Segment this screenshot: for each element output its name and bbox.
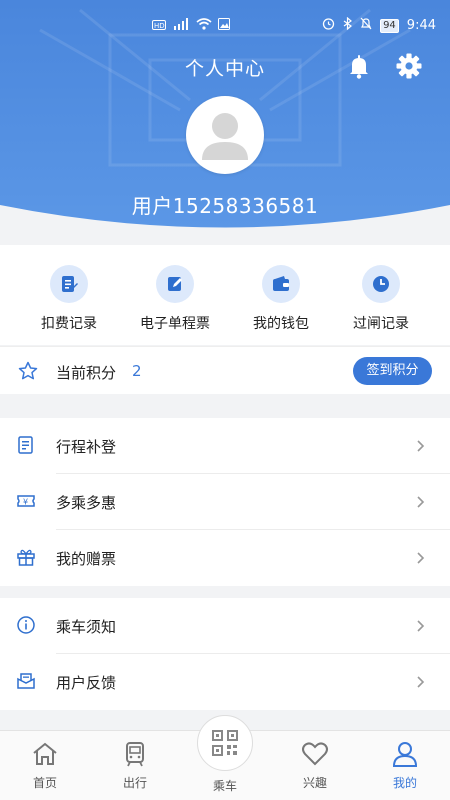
quick-actions: 扣费记录 电子单程票 我的钱包 过闸记录 (0, 245, 450, 345)
battery-indicator: 94 (380, 18, 399, 33)
nav-travel[interactable]: 出行 (100, 741, 170, 791)
wallet-icon (273, 276, 289, 291)
menu-item-label: 多乘多惠 (56, 494, 117, 512)
user-icon (392, 742, 418, 767)
quick-action-wallet[interactable]: 我的钱包 (226, 265, 336, 333)
nav-interest[interactable]: 兴趣 (280, 741, 350, 791)
svg-text:¥: ¥ (23, 498, 28, 507)
status-time: 9:44 (406, 18, 436, 33)
username: 用户15258336581 (131, 194, 319, 218)
svg-text:HD: HD (154, 22, 165, 30)
ticket-edit-icon (168, 277, 182, 291)
nav-label: 出行 (122, 776, 147, 790)
qr-code-icon (212, 730, 238, 756)
feedback-icon (16, 671, 36, 695)
menu-item-riding-notice[interactable]: 乘车须知 (0, 598, 450, 654)
mute-icon (360, 17, 372, 34)
nav-label: 兴趣 (302, 776, 327, 790)
quick-action-fee-records[interactable]: 扣费记录 (14, 265, 124, 333)
gear-icon[interactable] (396, 53, 422, 83)
points-row: 当前积分 2 签到积分 (0, 346, 450, 394)
home-icon (33, 742, 57, 765)
avatar[interactable] (186, 96, 264, 174)
chevron-right-icon (416, 618, 426, 637)
quick-action-label: 扣费记录 (41, 316, 97, 332)
wifi-icon (196, 18, 212, 34)
menu-item-label: 乘车须知 (56, 618, 117, 636)
clock-icon (373, 276, 389, 292)
default-avatar-icon (202, 113, 248, 160)
nav-mine[interactable]: 我的 (370, 741, 440, 791)
quick-action-label: 电子单程票 (140, 316, 210, 332)
menu-item-label: 行程补登 (56, 438, 117, 456)
receipt-icon (62, 276, 78, 292)
alarm-icon (322, 17, 335, 34)
image-icon (218, 18, 230, 34)
nav-home[interactable]: 首页 (10, 741, 80, 791)
bell-icon[interactable] (348, 55, 370, 83)
nav-label: 乘车 (212, 779, 237, 793)
chevron-right-icon (416, 494, 426, 513)
page-title: 个人中心 (184, 58, 265, 80)
bluetooth-icon (343, 16, 353, 34)
menu-item-label: 我的赠票 (56, 550, 117, 568)
signal-icon (172, 18, 190, 34)
nav-label: 首页 (32, 776, 57, 790)
gift-icon (16, 547, 36, 571)
menu-item-trip-register[interactable]: 行程补登 (0, 418, 450, 474)
points-label: 当前积分 (56, 364, 117, 382)
metro-icon (126, 742, 144, 767)
bottom-nav: 首页 出行 乘车 兴趣 我的 (0, 715, 450, 800)
nav-ride-button[interactable] (197, 715, 253, 771)
menu-item-label: 用户反馈 (56, 674, 117, 692)
heart-icon (302, 742, 328, 766)
menu-item-multi-ride-discount[interactable]: ¥ 多乘多惠 (0, 474, 450, 530)
quick-action-gate-records[interactable]: 过闸记录 (326, 265, 436, 333)
profile-header: HD 94 9:44 个人中心 用户15258336581 (0, 0, 450, 245)
quick-action-label: 我的钱包 (253, 316, 309, 332)
chevron-right-icon (416, 674, 426, 693)
menu-group-help: 乘车须知 用户反馈 (0, 598, 450, 710)
trip-register-icon (16, 435, 36, 459)
status-bar: HD 94 9:44 (0, 0, 450, 40)
chevron-right-icon (416, 550, 426, 569)
menu-group-services: 行程补登 ¥ 多乘多惠 我的赠票 (0, 418, 450, 586)
menu-item-gift-tickets[interactable]: 我的赠票 (0, 530, 450, 586)
chevron-right-icon (416, 438, 426, 457)
nav-label: 我的 (392, 776, 417, 790)
discount-ticket-icon: ¥ (16, 491, 36, 515)
quick-action-label: 过闸记录 (353, 316, 409, 332)
menu-item-user-feedback[interactable]: 用户反馈 (0, 654, 450, 710)
points-value: 2 (132, 362, 142, 380)
star-icon (18, 361, 38, 385)
info-icon (16, 615, 36, 639)
quick-action-e-ticket[interactable]: 电子单程票 (120, 265, 230, 333)
signin-points-button[interactable]: 签到积分 (353, 357, 432, 385)
hd-icon: HD (152, 19, 166, 34)
